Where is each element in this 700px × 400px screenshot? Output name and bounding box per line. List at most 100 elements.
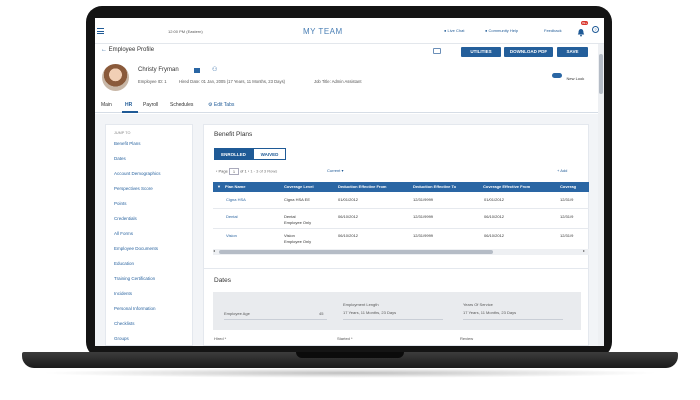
job-title: Job Title: Admin Assistant [314, 79, 362, 84]
hired-date: Hired Date: 01 Jan, 2005 (17 Years, 11 M… [179, 79, 286, 84]
bell-icon [577, 29, 585, 37]
app-screen: 12:00 PM (Eastern) MY TEAM ● Live Chat ●… [95, 18, 604, 346]
sidebar-item-education[interactable]: Education [114, 261, 134, 266]
row1-level: Cigna HSA EE [284, 197, 311, 202]
email-icon[interactable] [194, 68, 200, 73]
notifications-button[interactable]: 99+ [577, 21, 589, 37]
utilities-button[interactable]: UTILITIES [461, 47, 501, 57]
waived-toggle[interactable]: WAIVED [253, 148, 286, 160]
sidebar-item-points[interactable]: Points [114, 201, 127, 206]
scroll-left-icon[interactable]: ◂ [213, 248, 215, 253]
page-title: Employee Profile [108, 47, 155, 53]
sidebar-item-account-demographics[interactable]: Account Demographics [114, 171, 161, 176]
comment-icon[interactable] [433, 48, 441, 54]
row1-ded-to: 12/31/9999 [413, 197, 434, 202]
column-deduction-from[interactable]: Deduction Effective From [338, 184, 386, 189]
page-scrollbar-thumb[interactable] [599, 54, 603, 94]
help-icon[interactable]: ? [592, 26, 599, 33]
sidebar-item-training-certification[interactable]: Training Certification [114, 276, 155, 281]
sidebar-item-checklists[interactable]: Checklists [114, 321, 135, 326]
chevron-down-icon: ▾ [341, 168, 344, 173]
employment-length-value: 17 Years, 11 Months, 23 Days [343, 310, 397, 315]
tab-main[interactable]: Main [101, 102, 112, 108]
row1-cov-from: 01/01/2012 [484, 197, 505, 202]
sidebar-item-benefit-plans[interactable]: Benefit Plans [114, 141, 141, 146]
app-title: MY TEAM [303, 27, 343, 36]
new-look-toggle[interactable]: New Look [552, 67, 584, 85]
column-deduction-to[interactable]: Deduction Effective To [413, 184, 456, 189]
row3-cov-from: 06/10/2012 [484, 233, 505, 238]
employee-age-label: Employee Age [224, 311, 250, 316]
dates-title: Dates [214, 277, 231, 284]
notification-badge: 99+ [581, 21, 589, 25]
years-service-value: 17 Years, 11 Months, 23 Days [463, 310, 517, 315]
laptop-notch [296, 352, 404, 358]
row3-level: Vision [284, 233, 295, 238]
active-tab-indicator [122, 111, 138, 113]
tab-payroll[interactable]: Payroll [143, 102, 158, 108]
tab-schedules[interactable]: Schedules [170, 102, 193, 108]
scroll-right-icon[interactable]: ▸ [583, 248, 585, 253]
sidebar-item-employee-documents[interactable]: Employee Documents [114, 246, 158, 251]
jump-to-sidebar: JUMP TO Benefit Plans Dates Account Demo… [105, 124, 193, 346]
back-link[interactable]: ← Employee Profile [101, 47, 154, 53]
laptop-shadow [40, 368, 660, 378]
community-help-link[interactable]: ● Community Help [485, 28, 518, 33]
sidebar-item-incidents[interactable]: Incidents [114, 291, 132, 296]
row3-cov-to: 12/31/9 [560, 233, 574, 238]
back-arrow-icon: ← [101, 47, 107, 53]
sidebar-item-groups[interactable]: Groups [114, 336, 129, 341]
employee-id: Employee ID: 1 [138, 79, 167, 84]
profile-tabs: Main HR Payroll Schedules ⚙ Edit Tabs [95, 98, 604, 113]
table-scrollbar[interactable]: ◂ ▸ [213, 248, 589, 255]
row2-plan[interactable]: Dental [226, 214, 238, 219]
page-of: of 1 [240, 168, 247, 174]
next-page-icon[interactable]: › [248, 169, 249, 174]
enrolled-toggle[interactable]: ENROLLED [214, 148, 253, 160]
column-coverage-from[interactable]: Coverage Effective From [483, 184, 530, 189]
page-input[interactable]: 1 [228, 168, 239, 175]
chat-icon: ● [444, 28, 447, 33]
sidebar-item-credentials[interactable]: Credentials [114, 216, 137, 221]
column-coverage-level[interactable]: Coverage Level [284, 184, 314, 189]
filter-label: Current [327, 168, 341, 173]
field-underline [343, 319, 443, 320]
edit-tabs-button[interactable]: ⚙ Edit Tabs [208, 102, 234, 108]
sidebar-item-dates[interactable]: Dates [114, 156, 126, 161]
filter-dropdown[interactable]: Current ▾ [327, 168, 343, 173]
years-service-label: Years Of Service [463, 302, 493, 307]
scrollbar-thumb[interactable] [219, 250, 493, 254]
row2-ded-from: 06/10/2012 [338, 214, 359, 219]
sidebar-item-perspectives-score[interactable]: Perspectives Score [114, 186, 153, 191]
table-header [213, 182, 589, 192]
column-coverage-to[interactable]: Coverag [560, 184, 576, 189]
review-field-label: Review [460, 336, 474, 341]
row1-plan[interactable]: Cigna HSA [226, 197, 246, 202]
sidebar-item-personal-information[interactable]: Personal Information [114, 306, 156, 311]
sort-icon[interactable]: ▼ [217, 184, 221, 189]
row2-level-sub: Employee Only [284, 220, 312, 225]
sidebar-item-all-forms[interactable]: All Forms [114, 231, 133, 236]
row3-plan[interactable]: Vision [226, 233, 237, 238]
community-icon: ● [485, 28, 488, 33]
tab-hr[interactable]: HR [125, 102, 132, 108]
column-plan-name[interactable]: Plan Name [225, 184, 245, 189]
org-chart-icon[interactable]: ⚇ [212, 67, 218, 73]
page-scrollbar[interactable] [598, 44, 604, 346]
live-chat-link[interactable]: ● Live Chat [444, 28, 464, 33]
menu-icon[interactable] [97, 28, 104, 36]
row-divider [213, 208, 589, 209]
gear-icon: ⚙ [208, 102, 213, 108]
save-button[interactable]: SAVE [557, 47, 588, 57]
feedback-link[interactable]: Feedback [544, 28, 562, 33]
row3-ded-from: 06/10/2012 [338, 233, 359, 238]
add-plan-button[interactable]: + Add [557, 168, 567, 173]
download-pdf-button[interactable]: DOWNLOAD PDF [504, 47, 553, 57]
started-field-label: Started * [337, 336, 353, 341]
row3-level-sub: Employee Only [284, 239, 312, 244]
row-range: 1 - 3 of 3 Rows [250, 168, 278, 174]
row1-cov-to: 12/31/9 [560, 197, 574, 202]
dates-summary-panel [213, 292, 581, 330]
edit-tabs-label: Edit Tabs [213, 102, 235, 108]
laptop-mockup: 12:00 PM (Eastern) MY TEAM ● Live Chat ●… [0, 0, 700, 400]
